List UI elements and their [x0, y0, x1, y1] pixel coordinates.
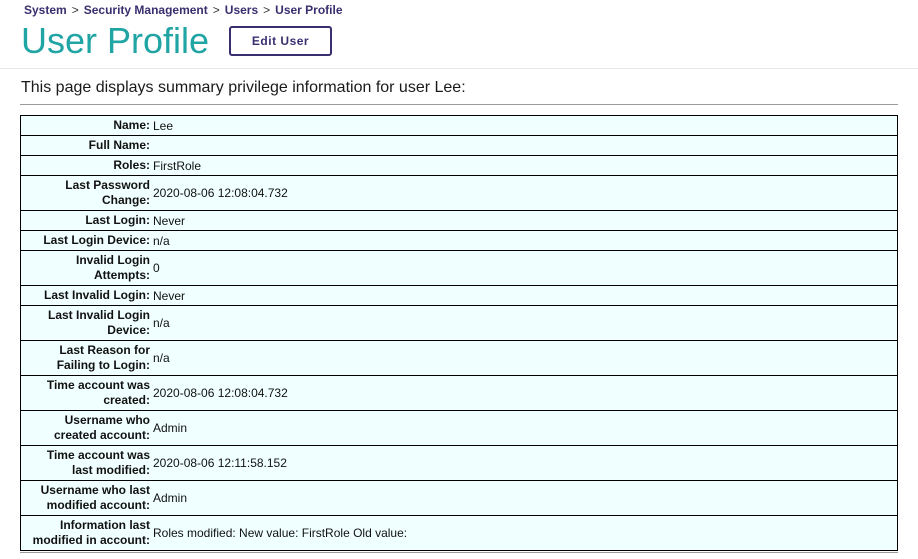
table-row: Full Name: [20, 135, 898, 156]
breadcrumb-separator: > [263, 3, 271, 17]
breadcrumb-separator: > [71, 3, 79, 17]
table-row: Last Password Change: 2020-08-06 12:08:04… [20, 175, 898, 211]
table-row: Roles: FirstRole [20, 155, 898, 176]
field-value: 2020-08-06 12:08:04.732 [152, 175, 898, 211]
page-description: This page displays summary privilege inf… [21, 79, 466, 96]
field-value: Never [152, 210, 898, 231]
table-row: Time account was last modified: 2020-08-0… [20, 445, 898, 481]
table-row: Last Invalid Login: Never [20, 285, 898, 306]
field-value: n/a [152, 230, 898, 251]
table-row: Name: Lee [20, 115, 898, 136]
field-value: n/a [152, 340, 898, 376]
field-value: Roles modified: New value: FirstRole Old… [152, 515, 898, 551]
table-row: Last Login Device: n/a [20, 230, 898, 251]
field-label: Username who created account: [20, 410, 152, 446]
field-label: Last Login: [20, 210, 152, 231]
page-header: System > Security Management > Users > User Pr… [0, 0, 918, 69]
field-label: Last Password Change: [20, 175, 152, 211]
table-row: Username who last modified account: Admin [20, 480, 898, 516]
table-row: Information last modified in account: Rol… [20, 515, 898, 551]
field-value: FirstRole [152, 155, 898, 176]
field-label: Last Login Device: [20, 230, 152, 251]
breadcrumb-users[interactable]: Users [225, 3, 258, 17]
table-row: Last Reason for Failing to Login: n/a [20, 340, 898, 376]
field-value [152, 135, 898, 156]
field-label: Invalid Login Attempts: [20, 250, 152, 286]
field-label: Name: [20, 115, 152, 136]
table-row: Last Invalid Login Device: n/a [20, 305, 898, 341]
breadcrumb: System > Security Management > Users > User Pr… [24, 3, 343, 17]
field-label: Full Name: [20, 135, 152, 156]
page-title: User Profile [21, 20, 210, 61]
edit-user-button[interactable]: Edit User [229, 26, 332, 56]
field-value: Never [152, 285, 898, 306]
field-value: Lee [152, 115, 898, 136]
table-row: Invalid Login Attempts: 0 [20, 250, 898, 286]
divider-bottom [20, 552, 898, 553]
field-label: Time account was last modified: [20, 445, 152, 481]
table-row: Last Login: Never [20, 210, 898, 231]
breadcrumb-security-management[interactable]: Security Management [84, 3, 208, 17]
breadcrumb-system[interactable]: System [24, 3, 67, 17]
field-label: Last Invalid Login: [20, 285, 152, 306]
field-label: Last Reason for Failing to Login: [20, 340, 152, 376]
breadcrumb-separator: > [212, 3, 220, 17]
field-label: Information last modified in account: [20, 515, 152, 551]
field-value: Admin [152, 410, 898, 446]
user-profile-table: Name: Lee Full Name: Roles: FirstRole Last Pa… [20, 115, 898, 551]
field-label: Time account was created: [20, 375, 152, 411]
field-value: 0 [152, 250, 898, 286]
field-label: Roles: [20, 155, 152, 176]
field-value: Admin [152, 480, 898, 516]
field-value: 2020-08-06 12:11:58.152 [152, 445, 898, 481]
field-value: 2020-08-06 12:08:04.732 [152, 375, 898, 411]
table-row: Username who created account: Admin [20, 410, 898, 446]
field-label: Username who last modified account: [20, 480, 152, 516]
table-row: Time account was created: 2020-08-06 12:0… [20, 375, 898, 411]
field-value: n/a [152, 305, 898, 341]
field-label: Last Invalid Login Device: [20, 305, 152, 341]
divider-top [20, 104, 898, 105]
breadcrumb-user-profile[interactable]: User Profile [275, 3, 342, 17]
